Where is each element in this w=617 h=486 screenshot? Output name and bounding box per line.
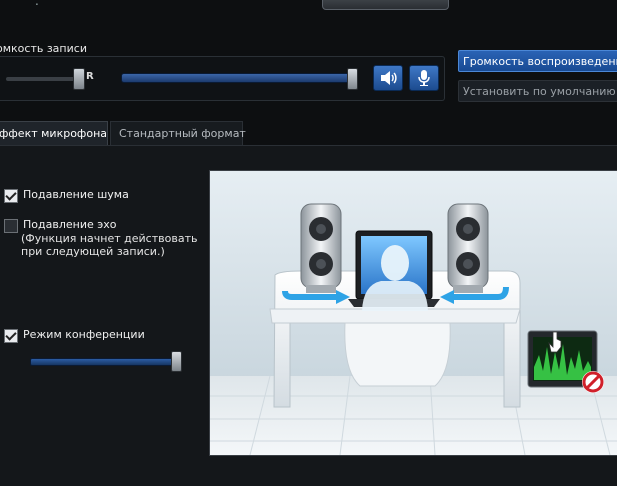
playback-volume-button[interactable]: Громкость воспроизведения	[458, 50, 617, 72]
conference-level-slider[interactable]	[30, 358, 178, 366]
tab-standard-format[interactable]: Стандартный формат	[110, 121, 246, 145]
recording-volume-slider[interactable]	[121, 73, 355, 83]
balance-slider-track[interactable]	[6, 77, 80, 81]
conference-mode-option[interactable]: Режим конференции	[4, 328, 145, 343]
echo-cancellation-checkbox[interactable]	[4, 219, 18, 233]
balance-right-label: R	[86, 71, 94, 82]
noise-suppression-option[interactable]: Подавление шума	[4, 188, 129, 203]
left-speaker-icon	[300, 203, 342, 293]
right-speaker-icon	[447, 203, 489, 293]
echo-cancellation-option[interactable]: Подавление эхо	[4, 218, 117, 233]
noise-monitor-icon	[527, 330, 604, 393]
recording-volume-label: омкость записи	[0, 42, 87, 55]
microphone-effect-illustration	[209, 170, 617, 456]
microphone-icon	[418, 70, 430, 86]
conference-level-handle[interactable]	[171, 351, 182, 372]
noise-suppression-checkbox[interactable]	[4, 189, 18, 203]
conference-mode-checkbox[interactable]	[4, 329, 18, 343]
recording-volume-handle[interactable]	[347, 68, 358, 90]
speaker-monitor-button[interactable]	[373, 65, 403, 91]
echo-cancellation-label: Подавление эхо	[23, 218, 117, 231]
microphone-button[interactable]	[409, 65, 439, 91]
floor-background	[210, 376, 617, 455]
conference-mode-label: Режим конференции	[23, 328, 145, 341]
set-default-button[interactable]: Установить по умолчанию	[458, 80, 617, 102]
tab-microphone-effect[interactable]: ффект микрофона	[0, 121, 108, 145]
noise-suppression-label: Подавление шума	[23, 188, 129, 201]
recording-volume-group: R	[0, 56, 445, 101]
top-partial-button[interactable]	[322, 0, 449, 10]
speaker-icon	[381, 71, 397, 85]
top-partial-text: .	[35, 0, 39, 8]
balance-slider-handle[interactable]	[73, 68, 85, 90]
echo-cancellation-note: (Функция начнет действовать при следующе…	[21, 232, 198, 258]
